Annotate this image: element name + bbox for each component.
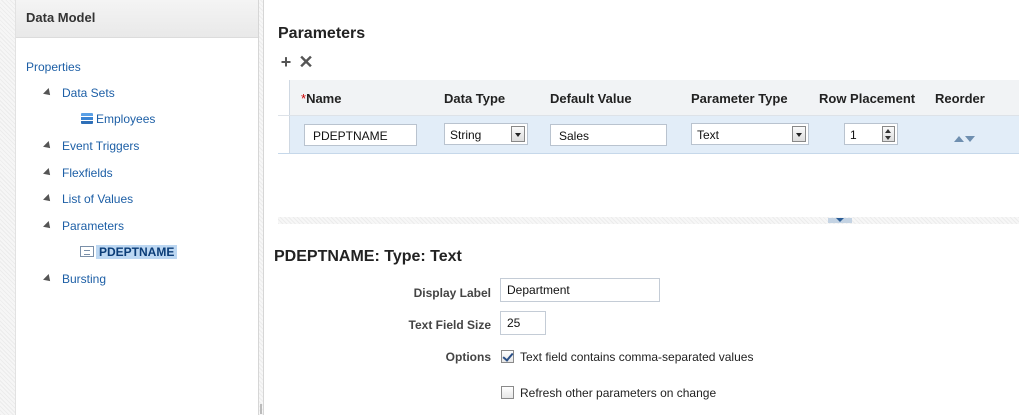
- parameters-toolbar: + ✕: [278, 53, 318, 71]
- column-header-name[interactable]: *Name: [301, 91, 341, 106]
- column-header-row-placement[interactable]: Row Placement: [819, 91, 915, 106]
- page-title: Parameters: [278, 25, 366, 42]
- tree-item-parameters[interactable]: Parameters: [43, 219, 125, 233]
- move-up-icon[interactable]: [954, 136, 964, 142]
- expand-arrow-icon[interactable]: [43, 88, 53, 98]
- chevron-down-icon[interactable]: [792, 126, 806, 142]
- display-label-label: Display Label: [413, 286, 491, 300]
- parameter-icon: [80, 246, 94, 257]
- expand-arrow-icon[interactable]: [43, 221, 53, 231]
- tree-item-label: Event Triggers: [62, 139, 140, 153]
- expand-arrow-icon[interactable]: [43, 194, 53, 204]
- parameter-type-value: Text: [697, 128, 720, 142]
- column-header-reorder[interactable]: Reorder: [935, 91, 985, 106]
- main-panel: Parameters + ✕ *Name Data Type Default Va…: [264, 0, 1019, 415]
- expand-arrow-icon[interactable]: [43, 274, 53, 284]
- tree-item-pdeptname[interactable]: PDEPTNAME: [80, 245, 178, 259]
- detail-title: PDEPTNAME: Type: Text: [274, 248, 462, 265]
- options-label: Options: [445, 350, 491, 364]
- expand-arrow-icon[interactable]: [43, 168, 53, 178]
- tree-item-label: Parameters: [62, 219, 125, 233]
- reorder-controls: [954, 131, 976, 145]
- comma-separated-label: Text field contains comma-separated valu…: [520, 350, 754, 364]
- tree-item-label: PDEPTNAME: [96, 245, 178, 259]
- data-type-select[interactable]: String: [444, 123, 528, 145]
- display-label-input[interactable]: Department: [500, 278, 660, 302]
- tree-item-bursting[interactable]: Bursting: [43, 272, 107, 286]
- table-row[interactable]: PDEPTNAME String Sales Text 1: [278, 116, 1019, 154]
- tree-item-label: List of Values: [62, 192, 134, 206]
- tree-item-list-of-values[interactable]: List of Values: [43, 192, 134, 206]
- text-field-size-input[interactable]: 25: [500, 311, 546, 335]
- move-down-icon[interactable]: [965, 136, 975, 142]
- sidebar-title: Data Model: [16, 0, 258, 38]
- row-placement-spinner[interactable]: 1: [844, 123, 898, 145]
- header-marker: [278, 80, 290, 115]
- row-placement-value: 1: [850, 128, 857, 142]
- tree-item-properties[interactable]: Properties: [26, 60, 81, 74]
- default-value-input[interactable]: Sales: [550, 124, 667, 146]
- data-type-value: String: [450, 128, 482, 142]
- expand-arrow-icon[interactable]: [43, 141, 53, 151]
- parameter-type-select[interactable]: Text: [691, 123, 809, 145]
- tree-item-employees[interactable]: Employees: [81, 112, 155, 126]
- dataset-icon: [81, 113, 93, 124]
- text-field-size-label: Text Field Size: [408, 318, 491, 332]
- comma-separated-checkbox[interactable]: [501, 350, 514, 363]
- parameters-table: *Name Data Type Default Value Parameter …: [278, 80, 1019, 154]
- sidebar: Data Model Properties Data Sets Employee…: [16, 0, 258, 415]
- close-icon[interactable]: ✕: [298, 53, 314, 71]
- tree-item-label: Flexfields: [62, 166, 113, 180]
- plus-icon[interactable]: +: [278, 53, 294, 71]
- tree-item-flexfields[interactable]: Flexfields: [43, 166, 113, 180]
- tree-item-label: Bursting: [62, 272, 107, 286]
- detail-splitter[interactable]: [278, 217, 1019, 224]
- spinner-arrows-icon[interactable]: [882, 126, 895, 142]
- column-label: Name: [306, 91, 342, 106]
- row-marker: [278, 116, 290, 153]
- left-gutter: [0, 0, 16, 415]
- column-header-default-value[interactable]: Default Value: [550, 91, 632, 106]
- column-header-data-type[interactable]: Data Type: [444, 91, 505, 106]
- name-input[interactable]: PDEPTNAME: [304, 124, 417, 146]
- collapse-handle-icon[interactable]: [828, 218, 852, 223]
- table-header: *Name Data Type Default Value Parameter …: [278, 80, 1019, 116]
- tree-item-data-sets[interactable]: Data Sets: [43, 86, 115, 100]
- chevron-down-icon[interactable]: [511, 126, 525, 142]
- refresh-parameters-label: Refresh other parameters on change: [520, 386, 717, 400]
- tree-item-label: Employees: [96, 112, 156, 126]
- tree-item-event-triggers[interactable]: Event Triggers: [43, 139, 140, 153]
- refresh-parameters-checkbox[interactable]: [501, 386, 514, 399]
- column-header-parameter-type[interactable]: Parameter Type: [691, 91, 788, 106]
- tree-item-label: Data Sets: [62, 86, 115, 100]
